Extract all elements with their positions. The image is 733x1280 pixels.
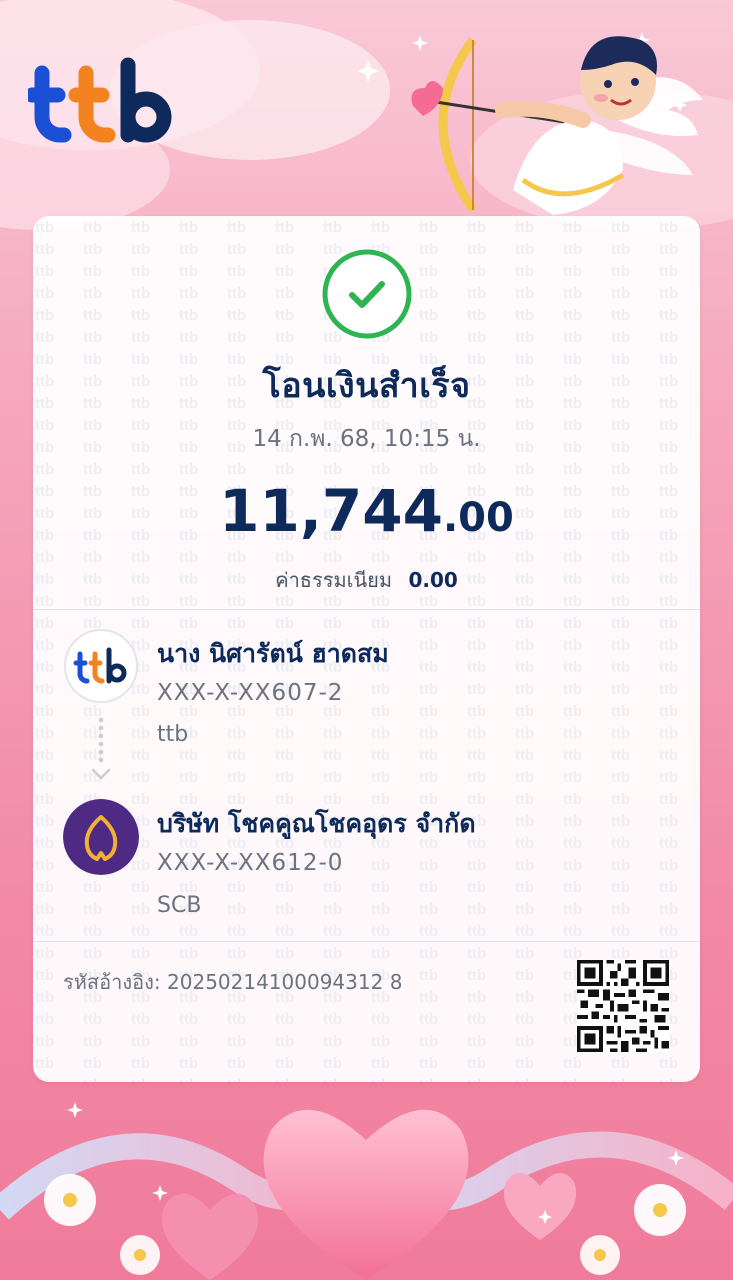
amount-decimal: .00 <box>442 495 514 541</box>
sender-name: นาง นิศารัตน์ ฮาดสม <box>157 639 389 668</box>
transfer-amount: 11,744.00 <box>33 482 700 540</box>
fee-label: ค่าธรรมเนียม <box>275 568 393 592</box>
sender-bank: ttb <box>157 722 189 747</box>
cupid-illustration <box>411 36 703 215</box>
divider <box>33 941 700 942</box>
reference-code: รหัสอ้างอิง: 20250214100094312 8 <box>63 970 403 994</box>
receipt-card: ttb โอนเงินสำเร็จ 14 ก.พ. 68, 10:15 น. 1… <box>33 216 700 1082</box>
transfer-datetime: 14 ก.พ. 68, 10:15 น. <box>252 426 481 452</box>
receiver-account: XXX-X-XX612-0 <box>157 850 344 876</box>
check-circle-icon <box>322 249 412 339</box>
qr-code-icon[interactable] <box>577 960 669 1052</box>
receiver-bank: SCB <box>157 893 202 918</box>
receiver-name: บริษัท โชคคูณโชคอุดร จำกัด <box>157 809 476 838</box>
ttb-logo <box>28 57 172 143</box>
fee-value: 0.00 <box>408 568 458 592</box>
sender-account: XXX-X-XX607-2 <box>157 680 344 706</box>
amount-integer: 11,744 <box>219 477 443 545</box>
ttb-logo-icon <box>64 629 138 703</box>
divider <box>33 609 700 610</box>
scb-logo-icon <box>63 799 139 875</box>
valentine-decoration <box>0 1102 733 1280</box>
transfer-direction-connector <box>91 717 111 780</box>
fee-row: ค่าธรรมเนียม 0.00 <box>33 564 700 596</box>
transfer-success-title: โอนเงินสำเร็จ <box>262 366 471 406</box>
